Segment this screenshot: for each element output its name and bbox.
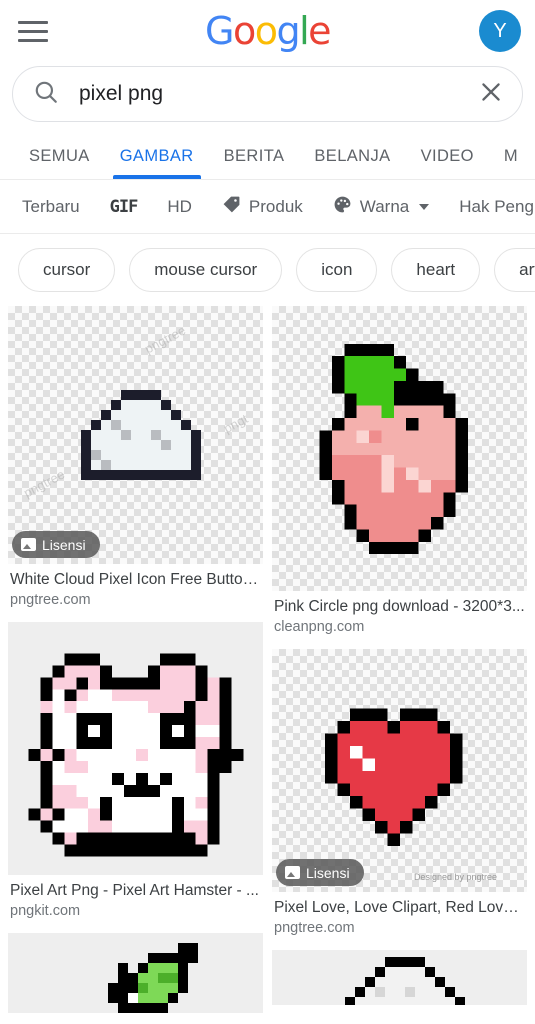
pixel-hamster-art [28,641,243,856]
palette-icon [333,195,352,219]
search-bar-container [0,62,535,132]
image-result-card[interactable]: Lisensi Designed by pngtree Pixel Love, … [272,649,527,936]
hamburger-menu-icon[interactable] [18,14,52,48]
image-thumbnail[interactable] [8,933,263,1013]
tag-icon [222,195,241,219]
google-logo[interactable]: Google [204,9,332,53]
hamburger-line [18,29,48,33]
result-title: Pink Circle png download - 3200*3... [274,598,525,615]
filter-row: Terbaru GIF HD Produk Warna Hak Peng [0,180,535,234]
result-source: pngtree.com [10,592,91,608]
watermark: Designed by pngtree [413,872,497,882]
result-title: Pixel Art Png - Pixel Art Hamster - ... [10,882,259,899]
image-thumbnail[interactable]: Lisensi Designed by pngtree [272,649,527,892]
chip-art[interactable]: art [494,248,535,292]
results-column-right: Pink Circle png download - 3200*3... cle… [272,306,527,1024]
logo-letter: g [276,9,300,53]
pixel-cloud-art [80,390,201,480]
pixel-heart-art [324,708,462,846]
result-title: White Cloud Pixel Icon Free Button ... [10,571,261,588]
image-thumbnail[interactable] [272,306,527,591]
image-result-card[interactable]: Pink Circle png download - 3200*3... cle… [272,306,527,635]
avatar-letter: Y [493,19,507,42]
top-bar: Google Y [0,0,535,62]
chip-cursor[interactable]: cursor [18,248,116,292]
hamburger-line [18,38,48,42]
tab-more[interactable]: M [489,147,533,179]
image-result-card[interactable]: Pixel Art Png - Pixel Art Hamster - ... … [8,622,263,919]
license-label: Lisensi [42,536,86,553]
filter-produk[interactable]: Produk [222,195,303,219]
logo-letter: G [204,9,234,53]
license-label: Lisensi [306,864,350,881]
avatar[interactable]: Y [479,10,521,52]
results-column-left: pngtree pngtree pngt Lisensi White Cloud… [8,306,263,1024]
image-thumbnail[interactable]: pngtree pngtree pngt Lisensi [8,306,263,564]
chip-icon[interactable]: icon [296,248,378,292]
watermark: pngt [220,410,251,437]
chip-mouse-cursor[interactable]: mouse cursor [129,248,283,292]
filter-label: Produk [248,196,303,216]
filter-warna[interactable]: Warna [333,195,430,219]
tab-gambar[interactable]: GAMBAR [105,147,209,179]
tab-video[interactable]: VIDEO [406,147,489,179]
filter-label: Terbaru [22,196,80,216]
related-search-chips: cursor mouse cursor icon heart art [0,234,535,306]
result-source: pngtree.com [274,920,355,936]
logo-letter: e [308,9,331,53]
filter-label: Hak Peng [459,196,534,216]
filter-gif[interactable]: GIF [109,196,139,217]
tab-belanja[interactable]: BELANJA [299,147,405,179]
pixel-cloud-small-art [344,957,465,1005]
image-thumbnail[interactable] [272,950,527,1005]
chevron-down-icon[interactable] [419,203,430,210]
hamburger-line [18,20,48,24]
logo-letter: l [299,9,310,53]
search-input[interactable] [79,82,478,106]
image-icon [21,538,36,551]
watermark: pngtree [142,322,189,357]
search-icon [33,79,59,110]
image-results-grid: pngtree pngtree pngt Lisensi White Cloud… [0,306,535,1024]
filter-label: HD [167,196,192,216]
logo-letter: o [232,9,256,53]
filter-hd[interactable]: HD [167,197,192,217]
image-result-card[interactable] [8,933,263,1013]
image-result-card[interactable]: pngtree pngtree pngt Lisensi White Cloud… [8,306,263,608]
image-result-card[interactable] [272,950,527,1005]
logo-letter: o [254,9,278,53]
result-source: cleanpng.com [274,619,365,635]
tab-berita[interactable]: BERITA [209,147,300,179]
image-thumbnail[interactable] [8,622,263,875]
pixel-leaf-art [108,943,199,1013]
pixel-peach-art [319,343,468,554]
license-badge[interactable]: Lisensi [12,531,100,558]
filter-hak-penggunaan[interactable]: Hak Peng [459,197,534,217]
result-title: Pixel Love, Love Clipart, Red Love, ... [274,899,525,916]
filter-label: Warna [359,196,410,216]
license-badge[interactable]: Lisensi [276,859,364,886]
result-source: pngkit.com [10,903,81,919]
filter-label: GIF [109,196,139,217]
search-tabs: SEMUA GAMBAR BERITA BELANJA VIDEO M [0,132,535,180]
search-box[interactable] [12,66,523,122]
close-icon[interactable] [478,79,504,110]
image-icon [285,866,300,879]
filter-terbaru[interactable]: Terbaru [22,197,80,217]
tab-semua[interactable]: SEMUA [14,147,105,179]
chip-heart[interactable]: heart [391,248,481,292]
